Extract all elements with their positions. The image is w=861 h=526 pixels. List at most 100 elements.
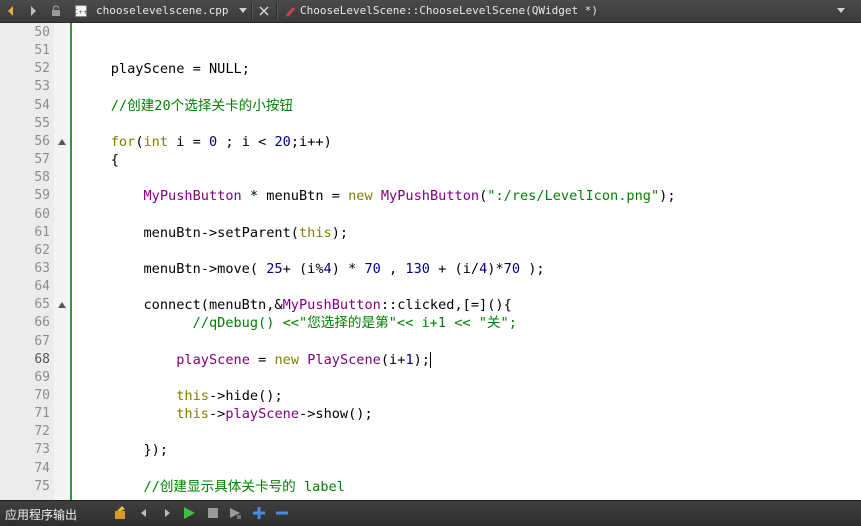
code-line[interactable]: connect(menuBtn,&MyPushButton::clicked,[… [78, 296, 512, 314]
line-number: 73 [34, 442, 50, 458]
line-number: 56 [34, 133, 50, 149]
code-token: NULL [208, 61, 242, 78]
application-output-title[interactable]: 应用程序输出 [5, 506, 77, 523]
code-token: + (i% [282, 260, 324, 277]
code-token: = [249, 351, 275, 368]
code-line[interactable]: }); [78, 441, 168, 459]
cpp-file-icon: C++ [72, 0, 90, 22]
code-token: MyPushButton [380, 188, 480, 205]
code-line[interactable]: this->hide(); [78, 387, 282, 405]
toolbar-separator [251, 3, 253, 19]
forward-arrow-icon[interactable] [24, 0, 42, 22]
code-token: ::clicked,[=](){ [380, 297, 512, 314]
code-token: for [110, 133, 136, 150]
code-token: playScene = [78, 61, 209, 78]
code-line[interactable]: for(int i = 0 ; i < 20;i++) [78, 133, 332, 151]
code-line[interactable]: { [78, 151, 119, 169]
code-line[interactable]: //创建显示具体关卡号的 label [78, 478, 344, 496]
clear-output-icon[interactable] [112, 504, 130, 522]
run-icon[interactable] [180, 504, 198, 522]
line-number: 60 [34, 206, 50, 222]
back-arrow-icon[interactable] [2, 0, 20, 22]
code-token: menuBtn->move( [78, 260, 267, 277]
code-token: )* [487, 260, 504, 277]
code-token: 1 [405, 351, 414, 368]
line-number: 67 [34, 333, 50, 349]
line-number: 62 [34, 242, 50, 258]
code-token: connect(menuBtn,& [78, 297, 283, 314]
code-token: 130 [405, 260, 430, 277]
code-line[interactable]: playScene = NULL; [78, 60, 250, 78]
output-pane-bar: 应用程序输出 [0, 500, 861, 526]
file-dropdown-chevron-icon[interactable] [236, 0, 250, 22]
close-icon[interactable] [256, 0, 272, 22]
line-number: 50 [34, 25, 50, 40]
code-token: menuBtn->setParent( [78, 224, 299, 241]
code-token: new [274, 351, 300, 368]
fold-margin [54, 23, 70, 500]
code-token: playScene [176, 351, 250, 368]
next-item-icon[interactable] [158, 504, 176, 522]
fold-toggle-icon[interactable] [58, 138, 66, 145]
symbol-selector-label[interactable]: ChooseLevelScene::ChooseLevelScene(QWidg… [300, 4, 598, 18]
code-token: MyPushButton [143, 188, 242, 205]
code-token: this [176, 406, 209, 423]
code-token: ); [659, 188, 676, 205]
line-number: 61 [34, 224, 50, 240]
code-token: ; i < [217, 133, 275, 150]
code-token: (i+ [380, 351, 406, 368]
code-token: //创建20个选择关卡的小按钮 [78, 97, 294, 114]
code-line[interactable]: //创建20个选择关卡的小按钮 [78, 97, 293, 115]
code-token: this [176, 388, 209, 404]
line-number: 68 [34, 351, 50, 367]
code-token: { [78, 152, 119, 169]
symbol-dropdown-chevron-icon[interactable] [834, 0, 848, 22]
code-token: //qDebug() <<"您选择的是第"<< i+1 << "关"; [78, 315, 517, 332]
code-token: , [380, 260, 406, 277]
zoom-in-icon[interactable] [250, 504, 268, 522]
line-number: 54 [34, 97, 50, 113]
function-symbol-icon [282, 0, 298, 22]
previous-item-icon[interactable] [135, 504, 153, 522]
code-token: }); [78, 442, 169, 459]
code-token: 20 [274, 133, 291, 150]
code-line[interactable]: menuBtn->move( 25+ (i%4) * 70 , 130 + (i… [78, 260, 545, 278]
code-token: ); [520, 260, 545, 277]
line-number: 66 [34, 315, 50, 331]
code-token: 70 [503, 260, 521, 277]
code-line[interactable]: //qDebug() <<"您选择的是第"<< i+1 << "关"; [78, 314, 517, 332]
code-token: 4 [323, 260, 332, 277]
line-number: 52 [34, 61, 50, 77]
fold-toggle-icon[interactable] [58, 302, 66, 309]
code-token: PlayScene [307, 351, 381, 368]
code-line[interactable]: menuBtn->setParent(this); [78, 224, 348, 242]
code-token: ( [135, 133, 144, 150]
code-editor[interactable]: 50 51 52 playScene = NULL; 53 54 //创建20个选择关卡… [0, 23, 861, 500]
code-token: this [298, 224, 332, 241]
line-number: 65 [34, 297, 50, 313]
line-number: 51 [34, 43, 50, 59]
code-line[interactable]: playScene = new PlayScene(i+1); [78, 351, 431, 369]
code-token: 25 [266, 260, 283, 277]
code-token: * menuBtn = [241, 188, 349, 205]
line-number: 70 [34, 388, 50, 403]
line-number: 55 [34, 115, 50, 131]
text-caret [430, 351, 431, 368]
code-line[interactable]: this->playScene->show(); [78, 405, 373, 423]
zoom-out-icon[interactable] [273, 504, 291, 522]
code-token: playScene [225, 406, 300, 423]
code-token: ); [413, 351, 430, 368]
stop-icon[interactable] [204, 504, 222, 522]
lock-icon[interactable] [48, 0, 64, 22]
code-token: ); [331, 224, 349, 241]
file-tab-label[interactable]: chooselevelscene.cpp [96, 4, 228, 18]
toolbar-separator [276, 3, 278, 19]
attach-debugger-icon[interactable] [226, 504, 244, 522]
code-token: ;i++) [290, 133, 332, 150]
code-token: ->show(); [299, 406, 373, 423]
code-line[interactable]: MyPushButton * menuBtn = new MyPushButto… [78, 187, 676, 205]
